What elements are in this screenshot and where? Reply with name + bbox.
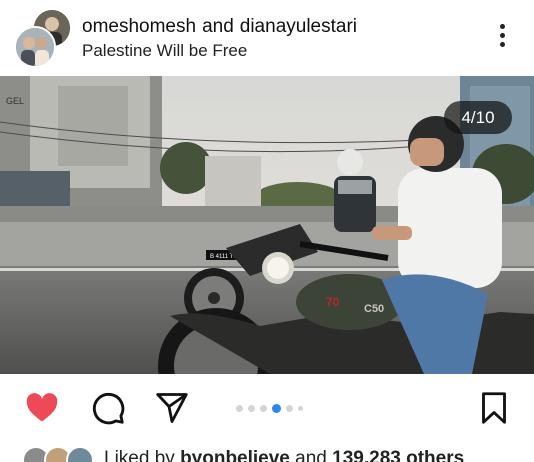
post-actions — [0, 374, 534, 442]
save-button[interactable] — [476, 390, 512, 426]
liker-avatars — [22, 446, 98, 462]
carousel-dot — [236, 404, 243, 412]
paper-plane-icon — [156, 393, 188, 423]
like-button[interactable] — [24, 390, 60, 426]
carousel-dot — [286, 404, 293, 412]
likes-summary: Liked by byonbelieve and 139,283 others — [0, 442, 534, 462]
tank-badge: C50 — [364, 303, 384, 315]
tank-number: 70 — [326, 295, 340, 309]
share-button[interactable] — [154, 390, 190, 426]
photo-counter: 4/10 — [444, 101, 512, 134]
heart-icon — [26, 393, 58, 422]
post-header: omeshomesh and dianayulestari Palestine Wi… — [0, 0, 534, 76]
likes-text[interactable]: Liked by byonbelieve and 139,283 others — [104, 448, 464, 462]
author-connector: and — [202, 16, 234, 37]
author-link-secondary[interactable]: dianayulestari — [240, 16, 357, 37]
comment-button[interactable] — [90, 390, 126, 426]
building-sign: GEL — [6, 96, 24, 106]
liker-username[interactable]: byonbelieve — [180, 448, 290, 462]
post-authors: omeshomesh and dianayulestari — [82, 16, 357, 38]
likes-count[interactable]: 139,283 others — [332, 448, 464, 462]
carousel-dot — [298, 405, 303, 411]
post-subtitle: Palestine Will be Free — [82, 41, 248, 60]
carousel-dot — [260, 404, 267, 412]
avatar-dianayulestari[interactable] — [14, 26, 56, 68]
author-link-primary[interactable]: omeshomesh — [82, 16, 196, 37]
avatar — [66, 446, 94, 462]
collab-avatars[interactable] — [14, 8, 74, 68]
carousel-indicator — [236, 403, 303, 413]
likes-connector: and — [295, 448, 327, 462]
bookmark-icon — [482, 392, 506, 424]
likes-prefix: Liked by — [104, 448, 175, 462]
more-options-button[interactable] — [490, 20, 514, 54]
comment-bubble-icon — [92, 392, 125, 425]
carousel-dot — [248, 404, 255, 412]
more-vertical-icon — [499, 24, 505, 29]
carousel-dot-active — [272, 403, 281, 413]
